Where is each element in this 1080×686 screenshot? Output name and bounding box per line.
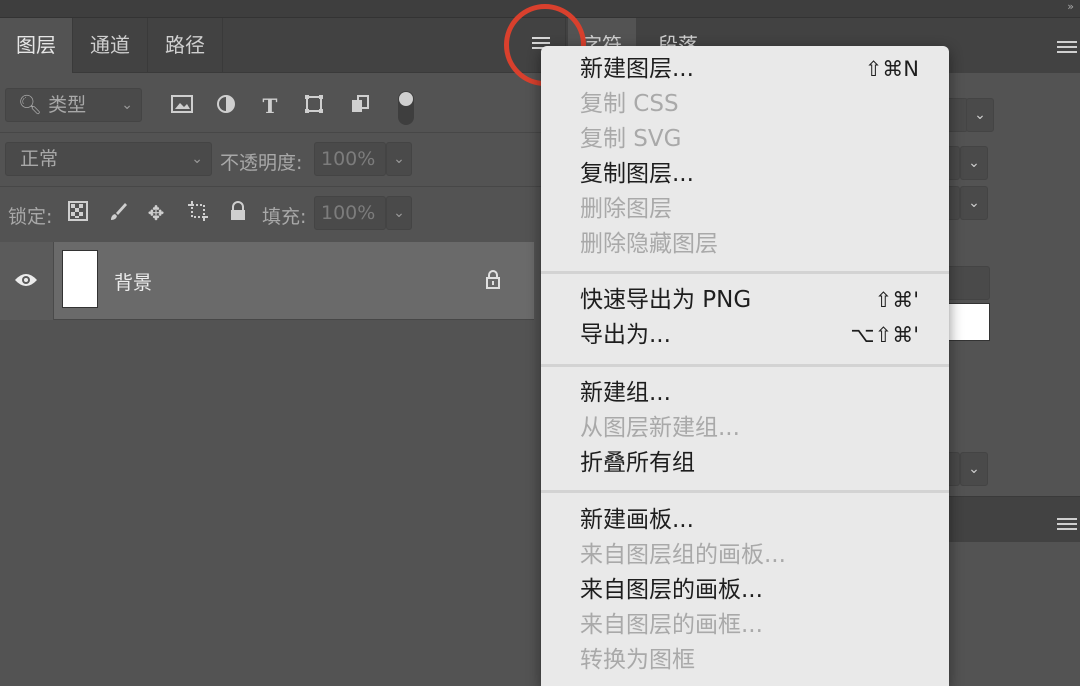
text-color-swatch[interactable] [946, 303, 990, 341]
opacity-input[interactable]: 100% [314, 142, 386, 176]
menu-item-label: 快速导出为 PNG [580, 287, 752, 313]
menu-item-shortcut: ⌥⇧⌘' [850, 323, 919, 347]
chevron-down-icon: ⌄ [191, 151, 203, 167]
tracking-field[interactable] [946, 266, 990, 300]
smart-object-filter-icon[interactable] [348, 94, 372, 118]
menu-item-new-group-from-layers[interactable]: 从图层新建组... [541, 411, 949, 446]
panel-menu-icon[interactable] [1057, 515, 1077, 533]
collapse-panels-icon[interactable]: » [1067, 0, 1074, 13]
chevron-down-icon[interactable]: ⌄ [960, 186, 988, 220]
menu-separator [541, 490, 949, 493]
tab-layers[interactable]: 图层 [0, 18, 72, 73]
menu-item-label: 折叠所有组 [580, 450, 695, 476]
menu-item-new-group[interactable]: 新建组... [541, 376, 949, 411]
adjustment-filter-icon[interactable] [214, 94, 238, 118]
divider [0, 186, 565, 187]
font-family-field[interactable] [946, 98, 968, 132]
lock-image-pixels-icon[interactable] [106, 201, 130, 225]
menu-item-artboard-from-group[interactable]: 来自图层组的画板... [541, 538, 949, 573]
search-icon: 🔍︎ [18, 94, 43, 116]
menu-separator [541, 271, 949, 274]
image-filter-icon[interactable] [170, 94, 194, 118]
lock-position-icon[interactable]: ✥ [144, 201, 168, 225]
menu-item-label: 新建图层... [580, 56, 694, 82]
fill-slider-toggle[interactable]: ⌄ [386, 196, 412, 230]
menu-item-label: 来自图层组的画板... [580, 542, 786, 568]
shape-filter-icon[interactable] [302, 94, 326, 118]
menu-item-label: 复制 SVG [580, 126, 682, 152]
menu-item-label: 复制图层... [580, 161, 694, 187]
tab-channels[interactable]: 通道 [73, 18, 147, 73]
divider [0, 132, 565, 133]
layer-thumbnail [62, 250, 98, 308]
layer-row[interactable]: 背景 [0, 242, 534, 320]
menu-item-label: 复制 CSS [580, 91, 679, 117]
menu-item-collapse-all-groups[interactable]: 折叠所有组 [541, 446, 949, 481]
lock-transparent-pixels-icon[interactable] [66, 201, 90, 225]
blend-mode-value: 正常 [20, 148, 59, 170]
menu-item-duplicate-layer[interactable]: 复制图层... [541, 157, 949, 192]
menu-item-export-as[interactable]: 导出为... ⌥⇧⌘' [541, 318, 949, 353]
lock-label: 锁定: [8, 206, 53, 228]
menu-item-label: 删除图层 [580, 196, 672, 222]
panel-menu-icon[interactable] [1057, 38, 1077, 56]
eye-icon[interactable] [14, 269, 38, 293]
menu-item-convert-to-frame[interactable]: 转换为图框 [541, 643, 949, 678]
chevron-down-icon[interactable]: ⌄ [966, 98, 994, 132]
chevron-down-icon: ⌄ [121, 97, 133, 113]
menu-separator [541, 364, 949, 367]
menu-item-delete-layer[interactable]: 删除图层 [541, 192, 949, 227]
filter-kind-select[interactable]: 🔍︎ 类型 ⌄ [5, 88, 142, 122]
fill-input[interactable]: 100% [314, 196, 386, 230]
menu-item-quick-export-png[interactable]: 快速导出为 PNG ⇧⌘' [541, 283, 949, 318]
menu-item-new-layer[interactable]: 新建图层... ⇧⌘N [541, 52, 949, 87]
layers-panel-menu: 新建图层... ⇧⌘N 复制 CSS 复制 SVG 复制图层... 删除图层 删除… [541, 46, 949, 686]
menu-item-frame-from-layers[interactable]: 来自图层的画框... [541, 608, 949, 643]
menu-item-label: 导出为... [580, 322, 671, 348]
type-filter-icon[interactable]: T [258, 94, 282, 118]
menu-item-shortcut: ⇧⌘' [874, 288, 919, 312]
menu-item-label: 新建组... [580, 380, 671, 406]
menu-item-label: 来自图层的画板... [580, 577, 763, 603]
opacity-slider-toggle[interactable]: ⌄ [386, 142, 412, 176]
menu-item-label: 转换为图框 [580, 647, 695, 673]
menu-item-label: 从图层新建组... [580, 415, 740, 441]
menu-item-delete-hidden-layers[interactable]: 删除隐藏图层 [541, 227, 949, 262]
layer-name[interactable]: 背景 [114, 268, 152, 295]
chevron-down-icon[interactable]: ⌄ [960, 146, 988, 180]
filter-toggle[interactable] [398, 91, 414, 125]
menu-item-new-artboard[interactable]: 新建画板... [541, 503, 949, 538]
lock-all-icon[interactable] [226, 201, 250, 225]
layers-panel-tabbar: 图层 通道 路径 [0, 18, 565, 73]
menu-item-label: 新建画板... [580, 507, 694, 533]
blend-mode-select[interactable]: 正常 ⌄ [5, 142, 212, 176]
layers-panel: 图层 通道 路径 🔍︎ 类型 ⌄ T 正常 ⌄ 不透明度: 100% ⌄ 锁定:… [0, 18, 565, 686]
menu-item-label: 删除隐藏图层 [580, 231, 718, 257]
menu-item-label: 来自图层的画框... [580, 612, 763, 638]
tab-paths[interactable]: 路径 [148, 18, 222, 73]
opacity-label: 不透明度: [220, 152, 303, 174]
filter-kind-label: 类型 [48, 94, 87, 116]
fill-label: 填充: [262, 206, 307, 228]
visibility-cell[interactable] [0, 242, 54, 320]
menu-item-shortcut: ⇧⌘N [864, 57, 919, 81]
menu-item-copy-svg[interactable]: 复制 SVG [541, 122, 949, 157]
chevron-down-icon[interactable]: ⌄ [960, 452, 988, 486]
menu-item-copy-css[interactable]: 复制 CSS [541, 87, 949, 122]
menu-item-artboard-from-layers[interactable]: 来自图层的画板... [541, 573, 949, 608]
tab-divider [222, 18, 223, 73]
lock-icon[interactable] [481, 269, 505, 293]
lock-artboard-icon[interactable] [186, 201, 210, 225]
